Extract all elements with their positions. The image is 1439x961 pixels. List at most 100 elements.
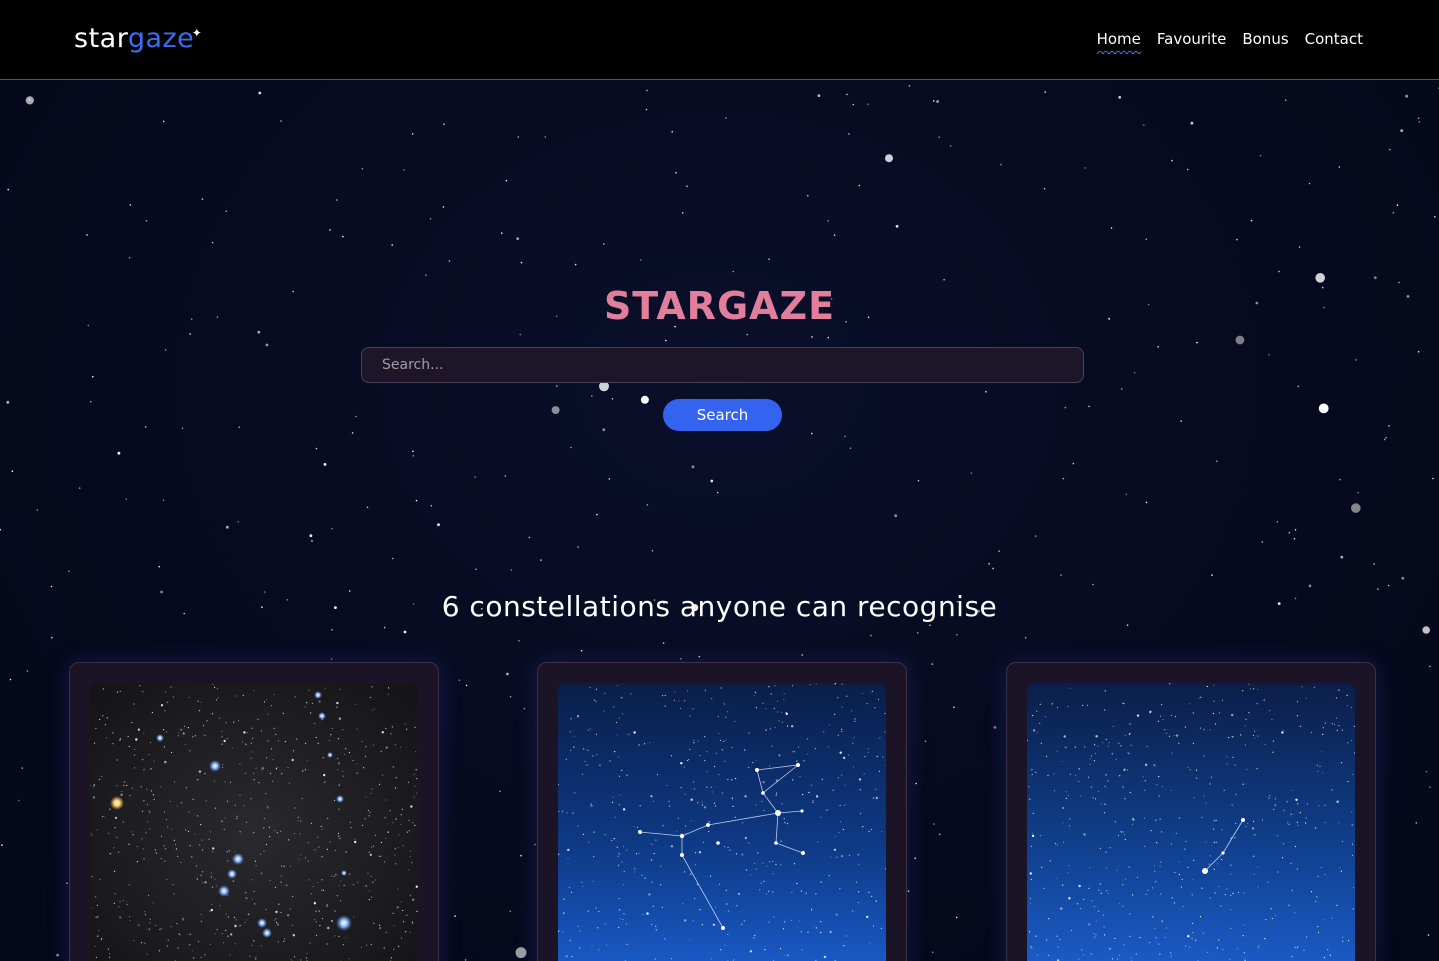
photo-star <box>799 776 801 778</box>
photo-star <box>683 766 685 768</box>
photo-star <box>850 710 853 712</box>
photo-star <box>684 919 687 922</box>
star <box>551 406 560 415</box>
photo-star <box>621 697 623 699</box>
photo-star <box>870 828 872 831</box>
photo-star <box>1296 868 1298 870</box>
photo-star <box>1170 789 1173 792</box>
photo-star <box>1158 943 1160 945</box>
nav-link-home[interactable]: Home <box>1096 30 1142 54</box>
photo-star <box>321 879 323 881</box>
photo-star <box>582 885 584 887</box>
photo-star <box>1243 892 1245 894</box>
photo-star <box>380 750 382 752</box>
photo-star <box>154 849 156 851</box>
photo-star <box>368 890 370 892</box>
photo-star <box>715 906 717 908</box>
photo-star <box>748 767 750 769</box>
photo-star <box>151 711 153 714</box>
star <box>1060 574 1062 576</box>
cassiopeia-constellation-photo[interactable] <box>1027 683 1355 961</box>
photo-star <box>166 945 168 947</box>
photo-star <box>212 847 215 850</box>
orion-constellation-photo[interactable] <box>90 683 418 961</box>
constellation-card[interactable] <box>537 662 907 961</box>
photo-star <box>698 851 702 854</box>
photo-star <box>1203 755 1205 757</box>
search-button[interactable]: Search <box>663 399 782 431</box>
nav-link-contact[interactable]: Contact <box>1305 30 1363 48</box>
photo-star <box>191 950 193 952</box>
star <box>1432 477 1434 480</box>
photo-star <box>214 933 216 935</box>
photo-star <box>1044 716 1047 718</box>
photo-star <box>1036 732 1038 734</box>
photo-star <box>160 928 162 930</box>
photo-star <box>255 865 257 867</box>
photo-star <box>711 698 713 700</box>
photo-star <box>337 758 339 760</box>
star <box>504 475 507 477</box>
search-input[interactable] <box>361 347 1084 383</box>
photo-star <box>372 881 374 883</box>
photo-star <box>402 909 404 912</box>
photo-star <box>334 849 336 852</box>
photo-star <box>1221 829 1223 831</box>
photo-star <box>558 853 560 855</box>
photo-star <box>250 797 252 800</box>
photo-star <box>136 845 138 848</box>
star <box>331 629 333 631</box>
photo-star <box>589 727 591 730</box>
photo-star <box>272 758 274 761</box>
photo-star <box>188 696 190 698</box>
photo-star <box>1102 914 1105 916</box>
photo-star <box>1335 697 1338 699</box>
photo-star <box>214 807 217 809</box>
photo-star <box>576 715 580 718</box>
photo-star <box>1097 790 1100 792</box>
photo-star <box>562 912 565 914</box>
photo-star <box>163 746 165 748</box>
photo-star <box>712 923 716 926</box>
constellation-card[interactable] <box>1006 662 1376 961</box>
photo-star <box>396 906 399 909</box>
photo-star <box>328 739 331 742</box>
photo-star <box>868 830 870 832</box>
photo-star <box>830 856 832 858</box>
big-dipper-constellation-photo[interactable] <box>558 683 886 961</box>
photo-star <box>213 780 215 782</box>
star <box>732 270 734 273</box>
nav-link-bonus[interactable]: Bonus <box>1242 30 1288 48</box>
photo-star <box>120 793 123 796</box>
photo-star <box>670 958 673 960</box>
logo[interactable]: stargaze ✦ <box>74 22 202 56</box>
photo-star <box>1082 954 1085 956</box>
photo-star <box>1253 820 1255 823</box>
star <box>21 767 24 769</box>
photo-star <box>268 826 270 828</box>
nav-link-favourite[interactable]: Favourite <box>1157 30 1226 48</box>
photo-star <box>1221 858 1223 861</box>
photo-star <box>93 785 95 787</box>
photo-star <box>114 893 116 895</box>
photo-star <box>1191 894 1193 896</box>
star <box>985 390 987 393</box>
photo-star <box>385 746 388 749</box>
photo-star <box>1342 936 1344 938</box>
photo-star <box>143 858 145 860</box>
photo-star <box>164 760 167 764</box>
star <box>933 100 935 102</box>
photo-star <box>727 711 729 713</box>
photo-star <box>400 937 403 939</box>
star <box>1235 335 1245 345</box>
photo-star <box>869 942 871 944</box>
constellation-card[interactable] <box>69 662 439 961</box>
photo-star <box>650 795 653 798</box>
photo-star <box>568 886 570 889</box>
photo-star <box>188 811 190 813</box>
photo-star <box>1074 774 1077 776</box>
photo-star <box>1222 949 1224 951</box>
photo-star <box>1159 953 1161 955</box>
photo-star <box>1032 812 1034 814</box>
photo-star <box>1098 910 1100 912</box>
